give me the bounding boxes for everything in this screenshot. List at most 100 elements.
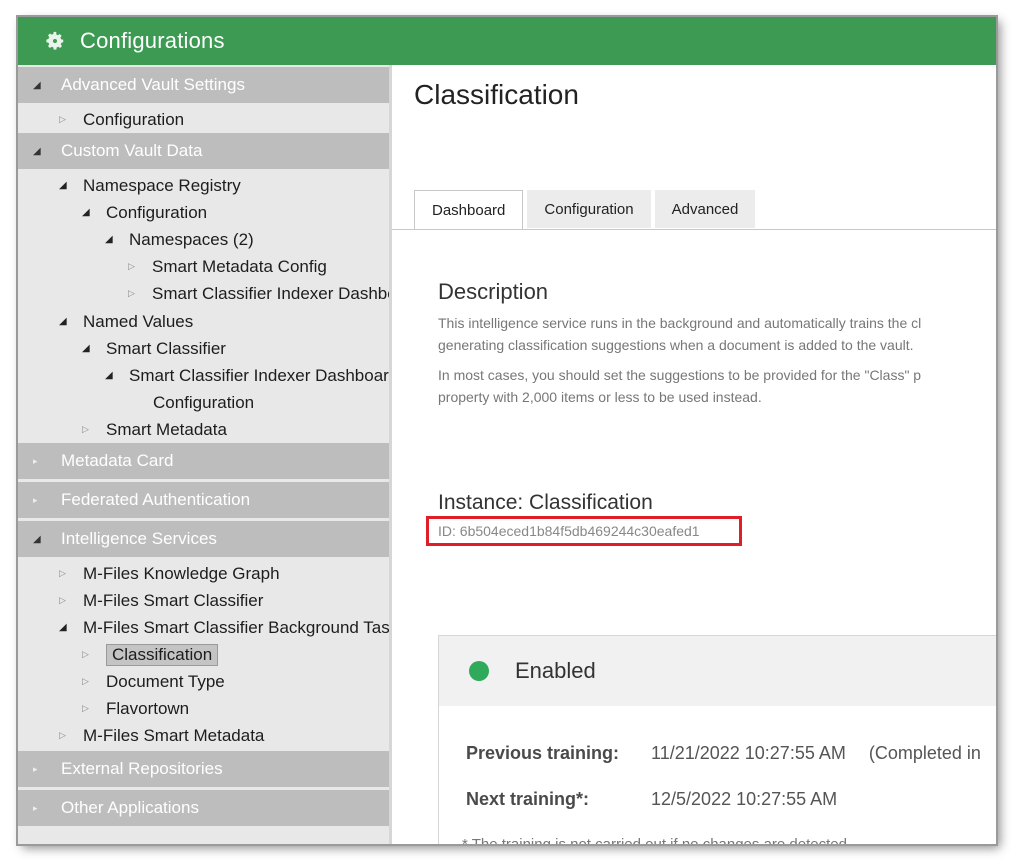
tree-item-smart-classifier-indexer-dashboard[interactable]: ◢ Smart Classifier Indexer Dashboar <box>105 362 389 389</box>
tab-divider <box>392 229 996 230</box>
previous-training-duration: (Completed in <box>868 743 981 763</box>
collapsed-triangle-icon[interactable]: ▷ <box>128 261 140 272</box>
tree-item-label: M-Files Smart Classifier Background Tas <box>83 617 389 637</box>
collapsed-triangle-icon[interactable]: ▸ <box>33 456 43 467</box>
expanded-triangle-icon[interactable]: ◢ <box>82 343 94 354</box>
expanded-triangle-icon[interactable]: ◢ <box>33 534 43 545</box>
section-other-applications[interactable]: ▸ Other Applications <box>18 790 389 826</box>
tree-item-mfiles-smart-metadata[interactable]: ▷ M-Files Smart Metadata <box>59 722 264 749</box>
collapsed-triangle-icon[interactable]: ▷ <box>59 568 71 579</box>
tree-item-smart-classifier[interactable]: ◢ Smart Classifier <box>82 335 226 362</box>
collapsed-triangle-icon[interactable]: ▷ <box>82 424 94 435</box>
collapsed-triangle-icon[interactable]: ▷ <box>82 676 94 687</box>
tab-bar: Dashboard Configuration Advanced <box>414 190 759 230</box>
section-advanced-vault-settings[interactable]: ◢ Advanced Vault Settings <box>18 67 389 103</box>
expanded-triangle-icon[interactable]: ◢ <box>82 207 94 218</box>
collapsed-triangle-icon[interactable]: ▸ <box>33 495 43 506</box>
expanded-triangle-icon[interactable]: ◢ <box>33 80 43 91</box>
collapsed-triangle-icon[interactable]: ▷ <box>82 649 94 660</box>
tree-item-label: Named Values <box>83 311 194 331</box>
section-external-repositories[interactable]: ▸ External Repositories <box>18 751 389 787</box>
tab-advanced[interactable]: Advanced <box>654 190 756 228</box>
tree-item-label: Flavortown <box>106 698 190 718</box>
tree-item-mfiles-smart-classifier-background-tasks[interactable]: ◢ M-Files Smart Classifier Background Ta… <box>59 614 389 641</box>
tree-item-classification[interactable]: ▷ Classification <box>82 641 219 668</box>
collapsed-triangle-icon[interactable]: ▷ <box>59 595 71 606</box>
section-label: Metadata Card <box>61 451 174 470</box>
tree-item-label: M-Files Smart Metadata <box>83 725 265 745</box>
tree-item-label: Smart Classifier Indexer Dashboar <box>129 365 389 385</box>
main-panel: Classification Dashboard Configuration A… <box>392 65 996 844</box>
tree-item-named-values[interactable]: ◢ Named Values <box>59 308 193 335</box>
section-label: Federated Authentication <box>61 490 251 509</box>
status-dot-icon <box>469 661 489 681</box>
status-label: Enabled <box>515 658 596 683</box>
tree-item-label: Configuration <box>83 109 185 129</box>
section-intelligence-services[interactable]: ◢ Intelligence Services <box>18 521 389 557</box>
description-text: property with 2,000 items or less to be … <box>438 389 762 405</box>
tree-item-flavortown[interactable]: ▷ Flavortown <box>82 695 189 722</box>
instance-id: ID: 6b504eced1b84f5db469244c30eafed1 <box>438 523 700 539</box>
expanded-triangle-icon[interactable]: ◢ <box>33 146 43 157</box>
collapsed-triangle-icon[interactable]: ▷ <box>59 114 71 125</box>
description-text: generating classification suggestions wh… <box>438 337 914 353</box>
tree-item-configuration[interactable]: ▷ Configuration <box>59 106 184 133</box>
section-custom-vault-data[interactable]: ◢ Custom Vault Data <box>18 133 389 169</box>
section-label: Custom Vault Data <box>61 141 203 160</box>
tree-item-label: Configuration <box>106 202 208 222</box>
tree-item-label: Namespaces (2) <box>129 229 254 249</box>
previous-training-value: 11/21/2022 10:27:55 AM <box>651 743 846 763</box>
training-note: * The training is not carried out if no … <box>462 836 851 844</box>
next-training-value: 12/5/2022 10:27:55 AM <box>651 789 838 809</box>
tree-item-label: M-Files Smart Classifier <box>83 590 264 610</box>
next-training-row: Next training*: 12/5/2022 10:27:55 AM <box>466 789 837 810</box>
collapsed-triangle-icon[interactable]: ▸ <box>33 803 43 814</box>
tree-item-label: Smart Metadata <box>106 419 227 439</box>
title-bar: Configurations <box>18 17 996 65</box>
tree-item-smart-metadata-config[interactable]: ▷ Smart Metadata Config <box>128 253 327 280</box>
tree-item-namespace-registry[interactable]: ◢ Namespace Registry <box>59 172 241 199</box>
section-label: Advanced Vault Settings <box>61 75 245 94</box>
description-text: This intelligence service runs in the ba… <box>438 315 922 331</box>
tree-item-document-type[interactable]: ▷ Document Type <box>82 668 225 695</box>
description-heading: Description <box>438 279 549 304</box>
tree-item-namespaces[interactable]: ◢ Namespaces (2) <box>105 226 254 253</box>
page-title: Classification <box>414 79 579 110</box>
tree-item-mfiles-knowledge-graph[interactable]: ▷ M-Files Knowledge Graph <box>59 560 280 587</box>
collapsed-triangle-icon[interactable]: ▸ <box>33 764 43 775</box>
instance-id-highlight: ID: 6b504eced1b84f5db469244c30eafed1 <box>426 516 742 546</box>
tree-item-smart-metadata[interactable]: ▷ Smart Metadata <box>82 416 227 443</box>
previous-training-row: Previous training: 11/21/2022 10:27:55 A… <box>466 743 981 764</box>
next-training-label: Next training*: <box>466 789 590 809</box>
expanded-triangle-icon[interactable]: ◢ <box>59 180 71 191</box>
expanded-triangle-icon[interactable]: ◢ <box>105 234 117 245</box>
expanded-triangle-icon[interactable]: ◢ <box>105 370 117 381</box>
configurations-window: Configurations ◢ Advanced Vault Settings… <box>18 17 996 844</box>
section-metadata-card[interactable]: ▸ Metadata Card <box>18 443 389 479</box>
tab-configuration[interactable]: Configuration <box>527 190 651 228</box>
collapsed-triangle-icon[interactable]: ▷ <box>128 288 140 299</box>
tree-item-label: Smart Classifier Indexer Dashbo <box>152 283 389 303</box>
tree-item-smart-classifier-indexer-dashboard[interactable]: ▷ Smart Classifier Indexer Dashbo <box>128 280 389 307</box>
expanded-triangle-icon[interactable]: ◢ <box>59 622 71 633</box>
section-label: Other Applications <box>61 798 199 817</box>
status-header: Enabled <box>439 636 996 706</box>
tree-item-label: Smart Metadata Config <box>152 256 327 276</box>
tree-item-label: M-Files Knowledge Graph <box>83 563 280 583</box>
previous-training-label: Previous training: <box>466 743 620 763</box>
tree-item-configuration[interactable]: ◢ Configuration <box>82 199 207 226</box>
tree-item-label-selected[interactable]: Classification <box>106 643 219 666</box>
tree-item-configuration[interactable]: Configuration <box>153 389 254 416</box>
tree-item-mfiles-smart-classifier[interactable]: ▷ M-Files Smart Classifier <box>59 587 263 614</box>
tree-item-label: Document Type <box>106 671 225 691</box>
collapsed-triangle-icon[interactable]: ▷ <box>82 703 94 714</box>
section-label: Intelligence Services <box>61 529 217 548</box>
tab-dashboard[interactable]: Dashboard <box>414 190 524 230</box>
collapsed-triangle-icon[interactable]: ▷ <box>59 730 71 741</box>
tree-item-label: Namespace Registry <box>83 175 241 195</box>
section-federated-authentication[interactable]: ▸ Federated Authentication <box>18 482 389 518</box>
gear-icon <box>46 31 64 50</box>
sidebar-tree[interactable]: ◢ Advanced Vault Settings ▷ Configuratio… <box>18 65 389 844</box>
description-text: In most cases, you should set the sugges… <box>438 367 922 383</box>
expanded-triangle-icon[interactable]: ◢ <box>59 316 71 327</box>
